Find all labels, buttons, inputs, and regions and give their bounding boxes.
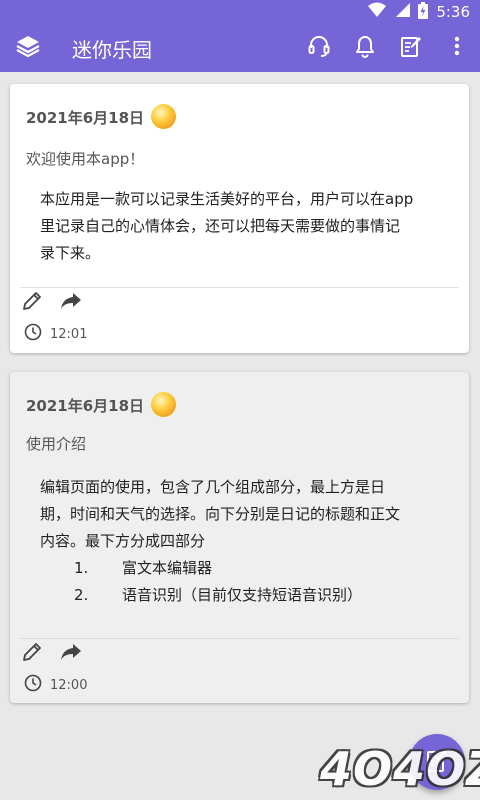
status-time: 5:36 [436, 3, 470, 21]
list-item-number: 2. [74, 586, 89, 604]
headset-icon [307, 34, 331, 62]
diary-card[interactable]: 2021年6月18日 使用介绍 编辑页面的使用，包含了几个组成部分，最上方是日 … [10, 372, 469, 703]
edit-note-icon [399, 34, 423, 62]
app-bar: 迷你乐园 [0, 24, 480, 72]
diary-card[interactable]: 2021年6月18日 欢迎使用本app！ 本应用是一款可以记录生活美好的平台，用… [10, 84, 469, 353]
notifications-button[interactable] [342, 24, 388, 72]
layers-icon [15, 34, 41, 62]
sun-icon[interactable] [151, 392, 176, 417]
overflow-menu-button[interactable] [434, 24, 480, 72]
status-bar: 5:36 [0, 0, 480, 24]
card-body-line: 内容。最下方分成四部分 [40, 532, 206, 550]
clock-icon [24, 323, 42, 345]
bell-icon [354, 34, 376, 62]
list-item-text: 语音识别（目前仅支持短语音识别） [122, 586, 363, 604]
card-time: 12:01 [24, 323, 87, 345]
sun-icon[interactable] [151, 104, 176, 129]
edit-button[interactable] [20, 291, 44, 315]
card-body-line: 编辑页面的使用，包含了几个组成部分，最上方是日 [40, 478, 386, 496]
share-arrow-icon [60, 291, 82, 315]
card-body-line: 期，时间和天气的选择。向下分别是日记的标题和正文 [40, 505, 401, 523]
divider [20, 638, 459, 639]
list-item: 1. 富文本编辑器 [74, 555, 362, 582]
card-date: 2021年6月18日 [26, 397, 145, 415]
more-vert-icon [454, 36, 460, 60]
card-body-line: 里记录自己的心情体会，还可以把每天需要做的事情记 [40, 217, 401, 235]
pencil-icon [22, 642, 42, 666]
new-note-button[interactable] [388, 24, 434, 72]
card-body-line: 录下来。 [40, 244, 101, 262]
card-time: 12:00 [24, 674, 87, 696]
app-title: 迷你乐园 [72, 37, 152, 62]
time-label: 12:01 [50, 326, 88, 342]
list-item-text: 富文本编辑器 [122, 559, 213, 577]
share-button[interactable] [59, 291, 83, 315]
card-list: 1. 富文本编辑器 2. 语音识别（目前仅支持短语音识别） [74, 555, 362, 609]
watermark-logo: 4O4OZ [320, 742, 480, 796]
pencil-icon [22, 291, 42, 315]
card-title: 使用介绍 [26, 435, 87, 453]
list-item: 2. 语音识别（目前仅支持短语音识别） [74, 582, 362, 609]
card-body: 编辑页面的使用，包含了几个组成部分，最上方是日 期，时间和天气的选择。向下分别是… [40, 474, 450, 555]
divider [20, 287, 459, 288]
list-item-number: 1. [74, 559, 89, 577]
share-arrow-icon [60, 642, 82, 666]
share-button[interactable] [59, 642, 83, 666]
battery-icon [418, 1, 429, 23]
time-label: 12:00 [50, 677, 88, 693]
support-button[interactable] [296, 24, 342, 72]
card-title: 欢迎使用本app！ [26, 150, 145, 168]
layers-menu-button[interactable] [0, 24, 56, 72]
wifi-icon [368, 2, 387, 22]
card-body-line: 本应用是一款可以记录生活美好的平台，用户可以在app [40, 190, 414, 208]
cell-signal-icon [394, 2, 411, 22]
clock-icon [24, 674, 42, 696]
edit-button[interactable] [20, 642, 44, 666]
card-body: 本应用是一款可以记录生活美好的平台，用户可以在app 里记录自己的心情体会，还可… [40, 186, 450, 267]
card-date: 2021年6月18日 [26, 109, 145, 127]
